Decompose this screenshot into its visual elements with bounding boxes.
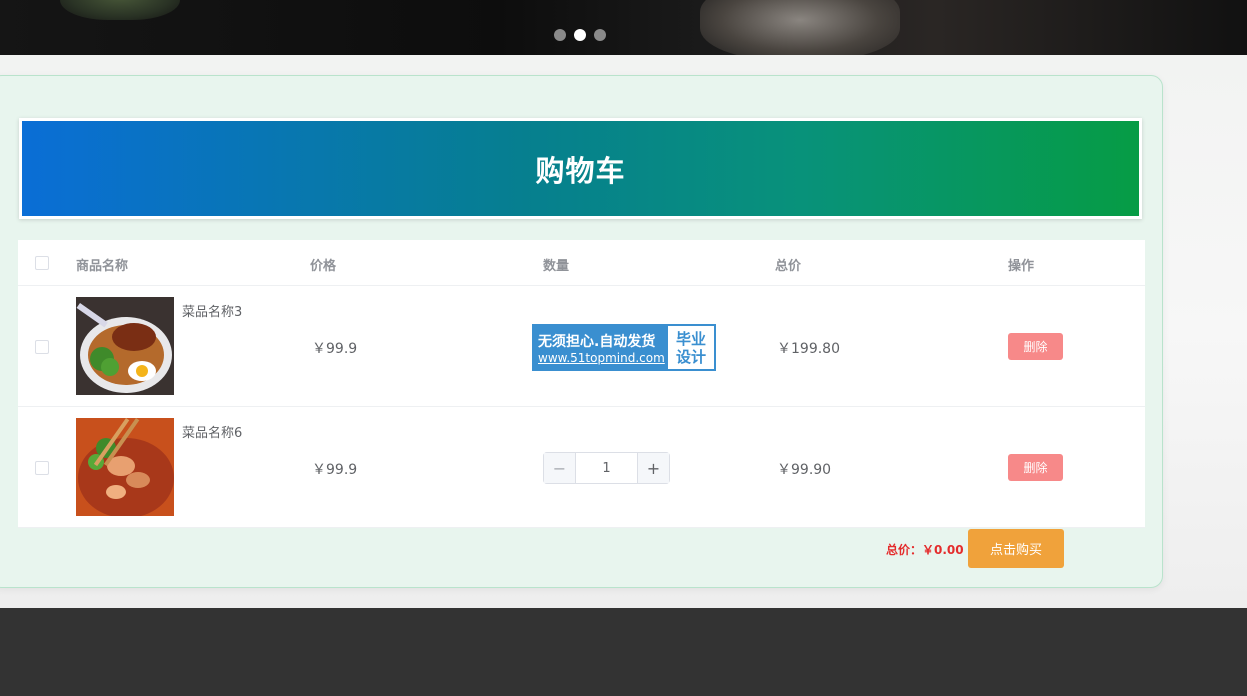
increase-button[interactable]: +: [637, 453, 669, 483]
dish-price: ￥99.9: [312, 341, 358, 357]
row-total: ￥199.80: [777, 341, 840, 357]
summary-value: ￥0.00: [922, 543, 964, 557]
dish-name: 菜品名称6: [182, 426, 243, 441]
header-price: 价格: [310, 259, 337, 274]
carousel-indicators: [554, 29, 606, 41]
cart-title-bar: 购物车: [19, 118, 1142, 219]
dish-image: [76, 297, 174, 395]
header-total: 总价: [775, 259, 802, 274]
table-row: 菜品名称3 ￥99.9 无须担心.自动发货 www.51topmind.com …: [18, 286, 1145, 407]
table-row: 菜品名称6 ￥99.9 − + ￥99.90 删除: [18, 407, 1145, 528]
cart-summary: 总价：￥0.00: [886, 541, 964, 558]
delete-button[interactable]: 删除: [1008, 454, 1063, 481]
banner-image-right: [700, 0, 900, 55]
watermark-overlay: 无须担心.自动发货 www.51topmind.com 毕业 设计: [532, 324, 716, 371]
decrease-button[interactable]: −: [544, 453, 576, 483]
cart-card: 购物车 商品名称 价格 数量 总价 操作 菜品名称3 ￥99.9 无须担心.自动…: [0, 75, 1163, 588]
header-action: 操作: [1008, 259, 1035, 274]
carousel-dot-1[interactable]: [554, 29, 566, 41]
watermark-right-bottom: 设计: [675, 347, 706, 366]
quantity-stepper: − +: [543, 452, 670, 484]
header-name: 商品名称: [76, 259, 129, 274]
header-quantity: 数量: [543, 259, 570, 274]
cart-table: 商品名称 价格 数量 总价 操作 菜品名称3 ￥99.9 无须担心.自动发货 w…: [18, 240, 1145, 528]
buy-button[interactable]: 点击购买: [968, 529, 1064, 568]
watermark-line2: www.51topmind.com: [538, 350, 665, 365]
watermark-right-top: 毕业: [675, 329, 706, 348]
row-checkbox[interactable]: [35, 461, 49, 475]
carousel-banner: [0, 0, 1247, 55]
dish-image: [76, 418, 174, 516]
dish-name: 菜品名称3: [182, 305, 243, 320]
banner-image-left: [60, 0, 180, 20]
carousel-dot-2[interactable]: [574, 29, 586, 41]
carousel-dot-3[interactable]: [594, 29, 606, 41]
summary-label: 总价：: [886, 543, 923, 557]
row-checkbox[interactable]: [35, 340, 49, 354]
mouse-cursor-icon: [68, 261, 76, 269]
row-total: ￥99.90: [777, 462, 832, 478]
delete-button[interactable]: 删除: [1008, 333, 1063, 360]
page-footer: [0, 608, 1247, 696]
page-title: 购物车: [535, 153, 626, 188]
dish-price: ￥99.9: [312, 462, 358, 478]
select-all-checkbox[interactable]: [35, 256, 49, 270]
table-header: 商品名称 价格 数量 总价 操作: [18, 240, 1145, 286]
watermark-line1: 无须担心.自动发货: [538, 333, 656, 350]
quantity-input[interactable]: [576, 453, 637, 483]
